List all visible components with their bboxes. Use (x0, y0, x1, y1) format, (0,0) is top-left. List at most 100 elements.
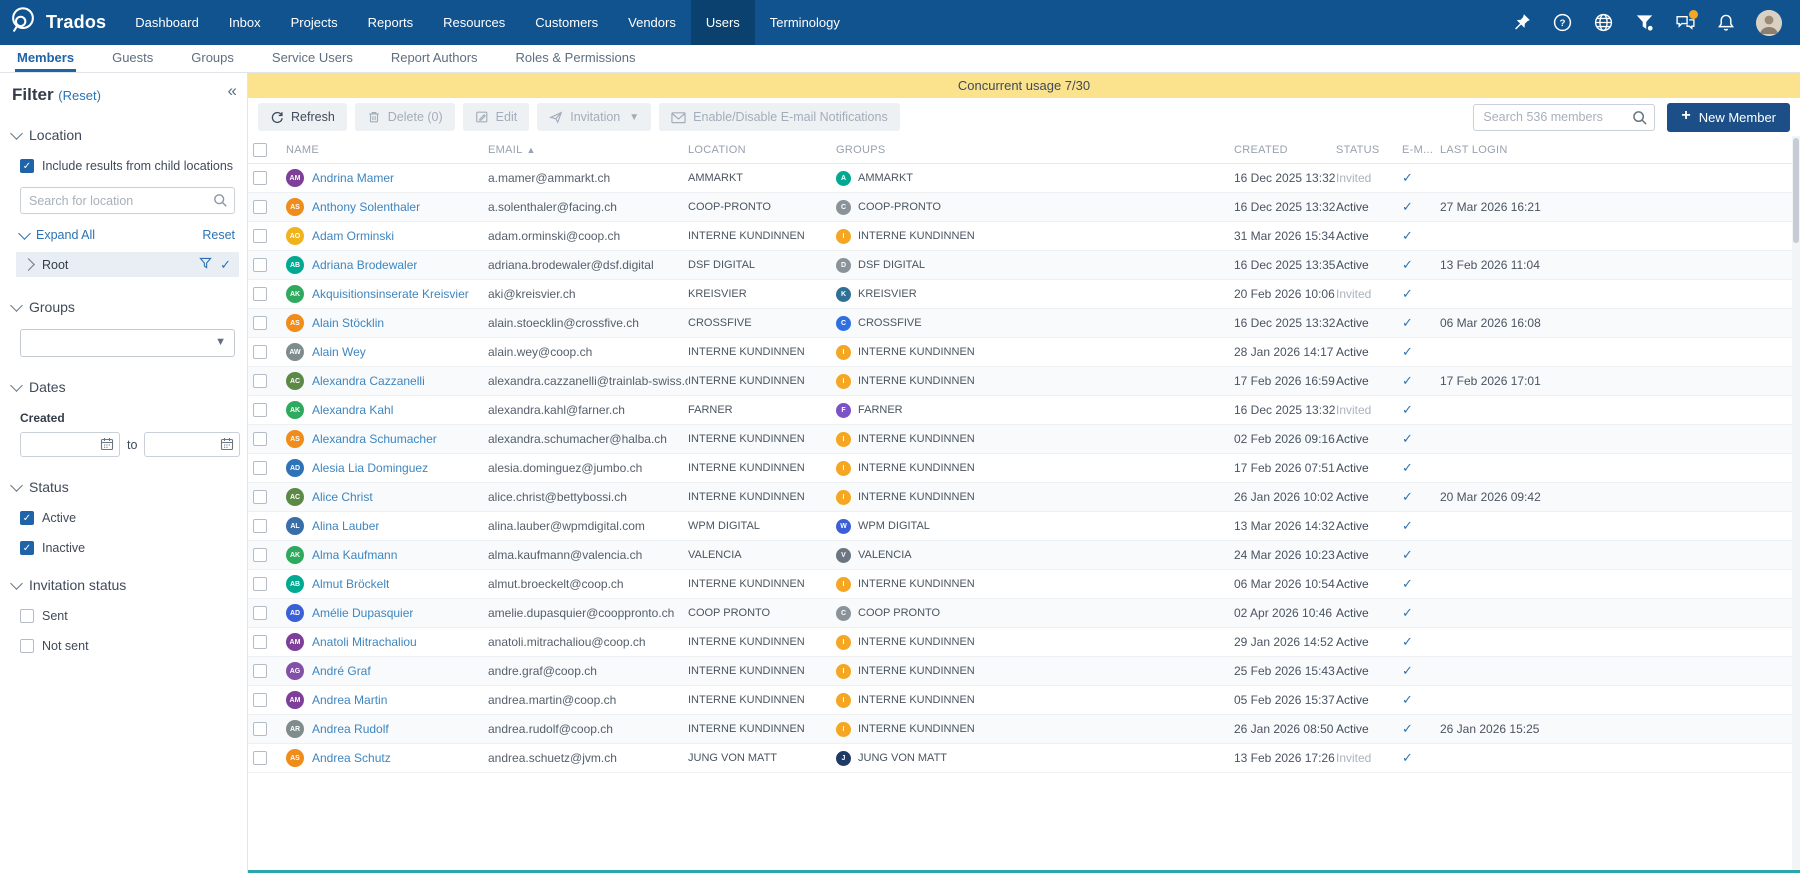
column-header-created[interactable]: CREATED (1234, 144, 1336, 156)
member-name-link[interactable]: Alexandra Cazzanelli (312, 374, 425, 388)
member-name-link[interactable]: Andrina Mamer (312, 171, 394, 185)
row-checkbox[interactable] (253, 258, 267, 272)
tab-guests[interactable]: Guests (110, 45, 155, 72)
invitation-status-section-header[interactable]: Invitation status (10, 576, 235, 593)
member-name-link[interactable]: Andrea Rudolf (312, 722, 389, 736)
member-name-link[interactable]: Alice Christ (312, 490, 373, 504)
row-checkbox[interactable] (253, 606, 267, 620)
row-checkbox[interactable] (253, 548, 267, 562)
member-name-link[interactable]: Alexandra Kahl (312, 403, 393, 417)
scrollbar-thumb[interactable] (1793, 138, 1799, 243)
status-section-header[interactable]: Status (10, 478, 235, 495)
location-tree-item-root[interactable]: Root ✓ (16, 252, 239, 277)
tab-groups[interactable]: Groups (189, 45, 236, 72)
row-checkbox[interactable] (253, 432, 267, 446)
row-checkbox[interactable] (253, 171, 267, 185)
tab-members[interactable]: Members (15, 45, 77, 72)
refresh-button[interactable]: Refresh (258, 103, 347, 131)
location-search-input[interactable] (20, 187, 235, 214)
new-member-button[interactable]: + New Member (1667, 102, 1790, 132)
collapse-sidebar-icon[interactable]: « (228, 81, 237, 101)
row-checkbox[interactable] (253, 722, 267, 736)
member-name-link[interactable]: Alina Lauber (312, 519, 379, 533)
nav-item-customers[interactable]: Customers (520, 0, 613, 45)
row-checkbox[interactable] (253, 200, 267, 214)
member-name-link[interactable]: Anthony Solenthaler (312, 200, 420, 214)
member-name-link[interactable]: Alain Stöcklin (312, 316, 384, 330)
select-all-checkbox[interactable] (253, 142, 267, 157)
member-name-link[interactable]: Amélie Dupasquier (312, 606, 413, 620)
member-name-link[interactable]: Adriana Brodewaler (312, 258, 417, 272)
row-checkbox[interactable] (253, 403, 267, 417)
nav-item-vendors[interactable]: Vendors (613, 0, 691, 45)
member-name-link[interactable]: Almut Bröckelt (312, 577, 389, 591)
member-name-link[interactable]: Alma Kaufmann (312, 548, 397, 562)
language-icon[interactable] (1592, 12, 1614, 34)
member-name-link[interactable]: Anatoli Mitrachaliou (312, 635, 417, 649)
notifications-icon[interactable] (1715, 12, 1737, 34)
search-icon[interactable] (1632, 110, 1648, 131)
member-name-link[interactable]: Andrea Schutz (312, 751, 391, 765)
column-header-status[interactable]: STATUS (1336, 144, 1402, 156)
sent-checkbox[interactable]: Sent (20, 609, 235, 623)
column-header-email[interactable]: EMAIL ▲ (488, 144, 688, 156)
row-checkbox[interactable] (253, 664, 267, 678)
check-icon[interactable]: ✓ (220, 257, 231, 273)
column-header-groups[interactable]: GROUPS (836, 144, 1234, 156)
row-checkbox[interactable] (253, 374, 267, 388)
nav-item-users[interactable]: Users (690, 0, 755, 45)
member-name-link[interactable]: Alexandra Schumacher (312, 432, 437, 446)
nav-item-terminology[interactable]: Terminology (755, 0, 855, 45)
invitation-button[interactable]: Invitation ▼ (537, 103, 652, 131)
user-avatar[interactable] (1756, 9, 1782, 36)
edit-button[interactable]: Edit (462, 103, 530, 131)
row-checkbox[interactable] (253, 461, 267, 475)
nav-item-resources[interactable]: Resources (428, 0, 520, 45)
groups-dropdown[interactable]: ▼ (20, 329, 235, 357)
member-name-link[interactable]: André Graf (312, 664, 371, 678)
tab-roles-permissions[interactable]: Roles & Permissions (514, 45, 638, 72)
nav-item-reports[interactable]: Reports (353, 0, 429, 45)
member-name-link[interactable]: Andrea Martin (312, 693, 387, 707)
member-name-link[interactable]: Alain Wey (312, 345, 366, 359)
row-checkbox[interactable] (253, 577, 267, 591)
dates-section-header[interactable]: Dates (10, 378, 235, 395)
row-checkbox[interactable] (253, 635, 267, 649)
active-checkbox[interactable]: ✓ Active (20, 511, 235, 525)
email-notifications-button[interactable]: Enable/Disable E-mail Notifications (659, 103, 900, 131)
member-name-link[interactable]: Akquisitionsinserate Kreisvier (312, 287, 469, 301)
location-reset-link[interactable]: Reset (202, 228, 235, 242)
filter-reset-link[interactable]: (Reset) (58, 88, 101, 103)
delete-button[interactable]: Delete (0) (354, 103, 455, 131)
row-checkbox[interactable] (253, 345, 267, 359)
row-checkbox[interactable] (253, 229, 267, 243)
row-checkbox[interactable] (253, 490, 267, 504)
help-icon[interactable]: ? (1551, 12, 1573, 34)
member-name-link[interactable]: Alesia Lia Dominguez (312, 461, 428, 475)
groups-section-header[interactable]: Groups (10, 298, 235, 315)
column-header-name[interactable]: NAME (286, 144, 488, 156)
row-checkbox[interactable] (253, 519, 267, 533)
include-child-locations-checkbox[interactable]: ✓ Include results from child locations (20, 159, 235, 173)
nav-item-projects[interactable]: Projects (276, 0, 353, 45)
members-search-input[interactable] (1473, 103, 1656, 131)
filter-icon[interactable] (1633, 12, 1655, 34)
not-sent-checkbox[interactable]: Not sent (20, 639, 235, 653)
column-header-location[interactable]: LOCATION (688, 144, 836, 156)
nav-item-dashboard[interactable]: Dashboard (120, 0, 214, 45)
column-header-email-notifications[interactable]: E-M... (1402, 144, 1440, 156)
inactive-checkbox[interactable]: ✓ Inactive (20, 541, 235, 555)
row-checkbox[interactable] (253, 287, 267, 301)
column-header-last-login[interactable]: LAST LOGIN (1440, 144, 1792, 156)
member-name-link[interactable]: Adam Orminski (312, 229, 394, 243)
tab-report-authors[interactable]: Report Authors (389, 45, 480, 72)
tab-service-users[interactable]: Service Users (270, 45, 355, 72)
row-checkbox[interactable] (253, 751, 267, 765)
trados-logo[interactable]: Trados (0, 0, 120, 45)
pin-icon[interactable] (1510, 12, 1532, 34)
row-checkbox[interactable] (253, 693, 267, 707)
row-checkbox[interactable] (253, 316, 267, 330)
expand-all-button[interactable]: Expand All (18, 226, 95, 242)
location-section-header[interactable]: Location (10, 126, 235, 143)
nav-item-inbox[interactable]: Inbox (214, 0, 276, 45)
